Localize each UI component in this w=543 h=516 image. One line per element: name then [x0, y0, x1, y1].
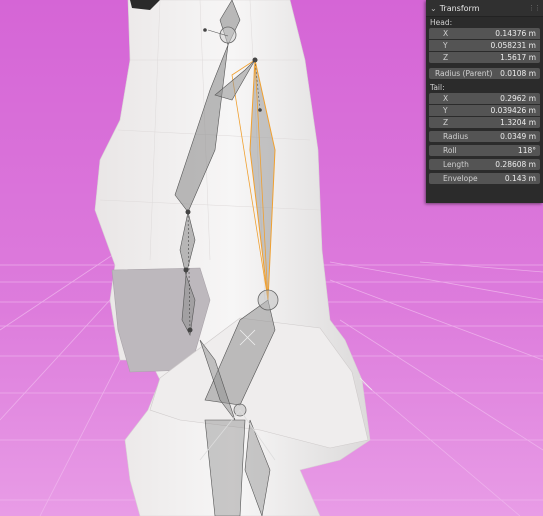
radius-parent-label: Radius (Parent) [435, 69, 493, 78]
radius-parent-field[interactable]: Radius (Parent) 0.0108 m [429, 68, 540, 79]
tail-z-field[interactable]: Z 1.3204 m [429, 117, 540, 128]
head-x-label: X [443, 29, 449, 38]
head-z-label: Z [443, 53, 449, 62]
panel-title: Transform [439, 3, 480, 13]
length-label: Length [443, 160, 469, 169]
roll-value: 118° [517, 146, 536, 155]
tail-y-field[interactable]: Y 0.039426 m [429, 105, 540, 116]
envelope-label: Envelope [443, 174, 478, 183]
head-y-value: 0.058231 m [490, 41, 536, 50]
length-value: 0.28608 m [495, 160, 536, 169]
envelope-value: 0.143 m [504, 174, 536, 183]
tail-z-value: 1.3204 m [500, 118, 536, 127]
tail-z-label: Z [443, 118, 449, 127]
panel-header[interactable]: ⌄ Transform ⋮⋮ [426, 0, 543, 17]
head-x-field[interactable]: X 0.14376 m [429, 28, 540, 39]
envelope-field[interactable]: Envelope 0.143 m [429, 173, 540, 184]
radius-field[interactable]: Radius 0.0349 m [429, 131, 540, 142]
roll-label: Roll [443, 146, 457, 155]
radius-label: Radius [443, 132, 469, 141]
tail-y-label: Y [443, 106, 448, 115]
radius-parent-value: 0.0108 m [500, 69, 536, 78]
tail-x-label: X [443, 94, 449, 103]
length-field[interactable]: Length 0.28608 m [429, 159, 540, 170]
tail-y-value: 0.039426 m [490, 106, 536, 115]
head-z-field[interactable]: Z 1.5617 m [429, 52, 540, 63]
head-label: Head: [430, 18, 453, 27]
tail-x-field[interactable]: X 0.2962 m [429, 93, 540, 104]
tail-x-value: 0.2962 m [500, 94, 536, 103]
bone-joint[interactable] [257, 289, 279, 311]
bone-joint[interactable] [219, 26, 237, 44]
head-x-value: 0.14376 m [495, 29, 536, 38]
radius-value: 0.0349 m [500, 132, 536, 141]
head-y-label: Y [443, 41, 448, 50]
head-y-field[interactable]: Y 0.058231 m [429, 40, 540, 51]
tail-label: Tail: [430, 83, 445, 92]
chevron-down-icon[interactable]: ⌄ [430, 4, 437, 13]
roll-field[interactable]: Roll 118° [429, 145, 540, 156]
transform-panel[interactable]: ⌄ Transform ⋮⋮ Head: X 0.14376 m Y 0.058… [426, 0, 543, 203]
head-z-value: 1.5617 m [500, 53, 536, 62]
drag-grip-icon[interactable]: ⋮⋮ [528, 4, 541, 12]
